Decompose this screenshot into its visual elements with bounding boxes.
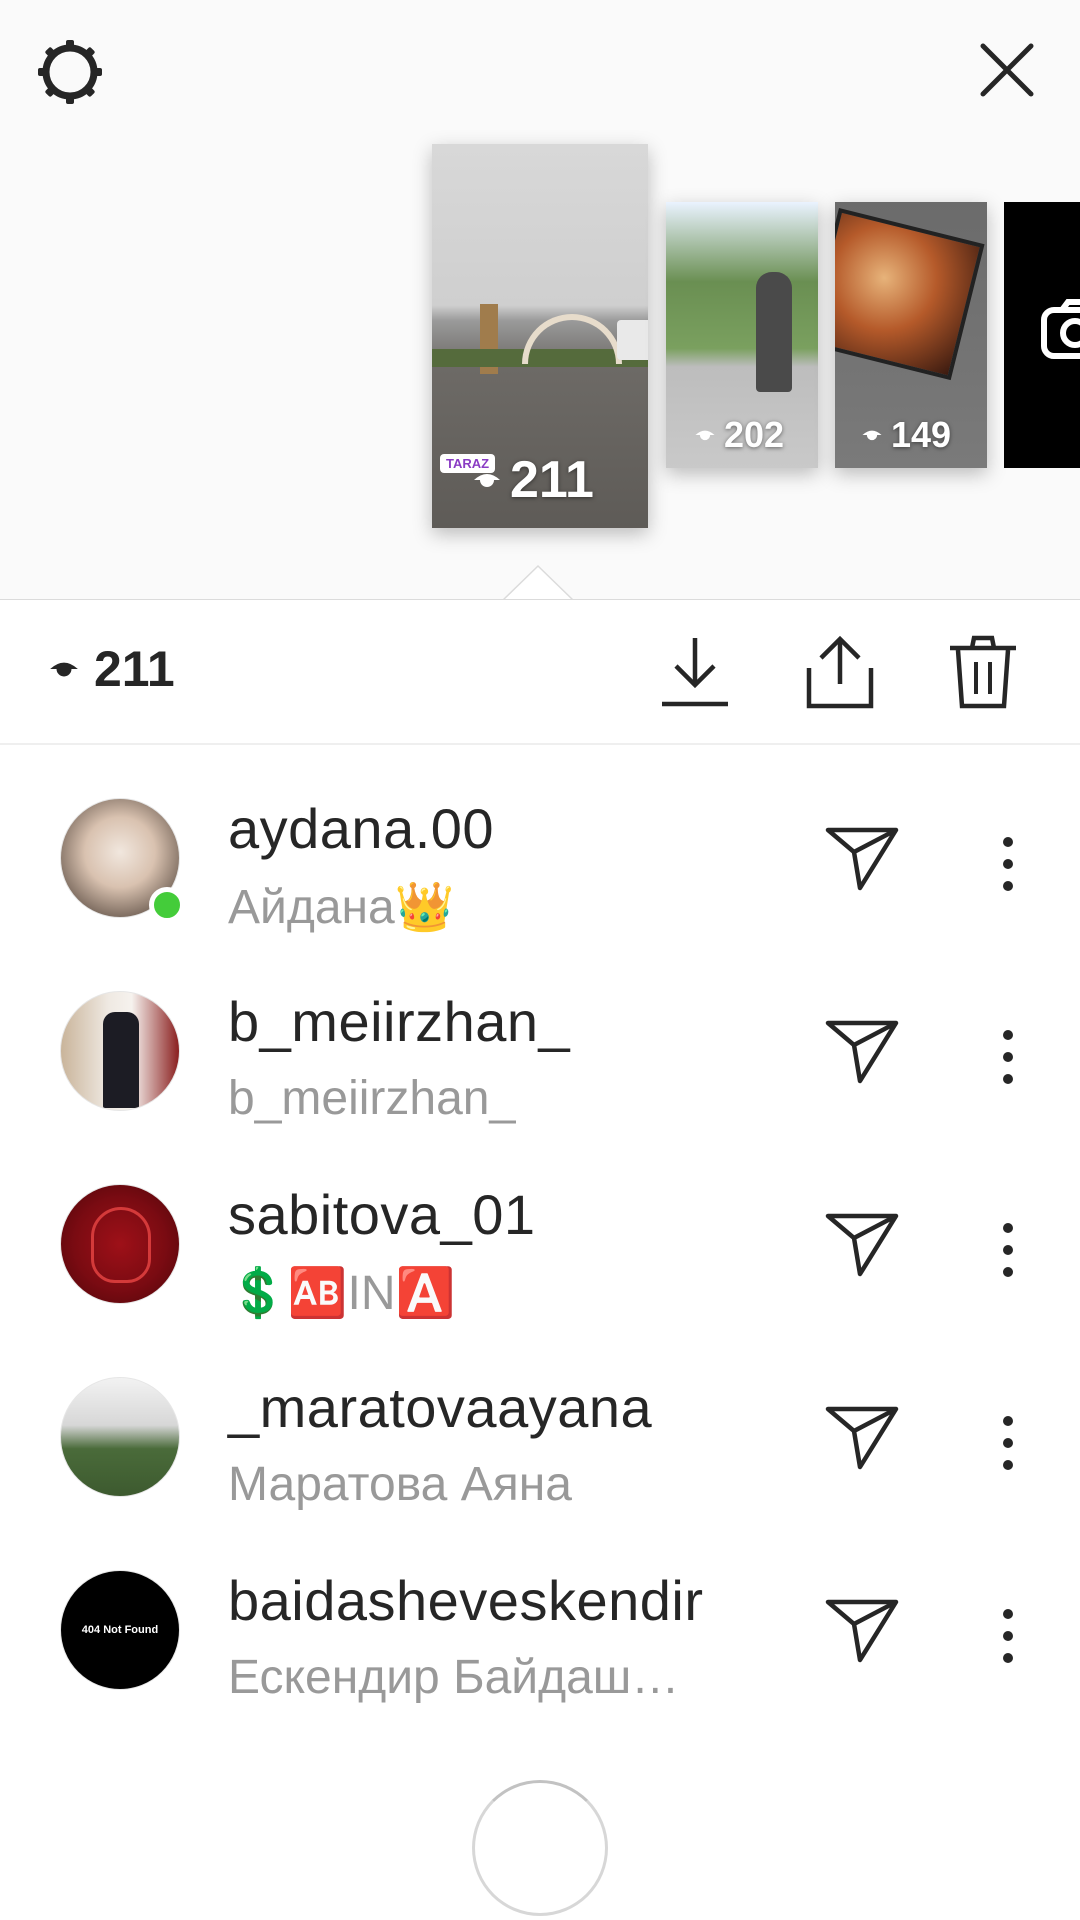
story-view-count-text: 202 <box>724 414 785 455</box>
download-icon[interactable] <box>658 634 732 710</box>
view-count-text: 211 <box>94 641 175 697</box>
thumbnail-image-detail <box>617 320 648 360</box>
more-options-icon[interactable] <box>988 1025 1028 1089</box>
viewer-row[interactable]: _maratovaayana Маратова Аяна <box>0 1325 1080 1518</box>
avatar[interactable] <box>60 1377 180 1497</box>
viewer-row[interactable]: aydana.00 Айдана👑 <box>0 746 1080 939</box>
story-view-count-text: 211 <box>510 451 594 509</box>
online-indicator <box>149 887 185 923</box>
avatar-text: 404 Not Found <box>81 1624 159 1636</box>
avatar[interactable] <box>60 991 180 1111</box>
send-message-icon[interactable] <box>824 1210 900 1280</box>
viewer-username[interactable]: sabitova_01 <box>228 1182 536 1247</box>
story-actions-toolbar: 211 <box>0 600 1080 745</box>
camera-icon <box>1041 299 1080 359</box>
story-view-count: 149 <box>861 414 951 456</box>
share-icon[interactable] <box>803 634 877 710</box>
avatar[interactable]: 404 Not Found <box>60 1570 180 1690</box>
viewers-panel: 211 aydana.00 Айдана👑 b_meiirzhan_ b_mei… <box>0 600 1080 1920</box>
viewer-full-name: Айдана👑 <box>228 881 455 934</box>
viewer-username[interactable]: b_meiirzhan_ <box>228 989 570 1054</box>
send-message-icon[interactable] <box>824 1403 900 1473</box>
viewer-username[interactable]: _maratovaayana <box>228 1375 652 1440</box>
story-view-count-text: 149 <box>891 414 952 455</box>
thumbnail-image-detail <box>835 208 985 381</box>
eye-icon <box>50 662 78 677</box>
send-message-icon[interactable] <box>824 1017 900 1087</box>
thumbnail-image-detail <box>522 314 622 364</box>
story-tray-area: TARAZ 211 202 149 <box>0 0 1080 601</box>
more-options-icon[interactable] <box>988 832 1028 896</box>
selected-story-pointer <box>503 564 573 601</box>
viewers-list: aydana.00 Айдана👑 b_meiirzhan_ b_meiirzh… <box>0 746 1080 1711</box>
eye-icon <box>862 430 882 441</box>
viewer-full-name: b_meiirzhan_ <box>228 1072 517 1125</box>
divider <box>0 743 1080 745</box>
viewer-username[interactable]: aydana.00 <box>228 796 494 861</box>
close-icon[interactable] <box>975 38 1039 102</box>
avatar-detail <box>91 1207 151 1283</box>
eye-icon <box>695 430 715 441</box>
avatar-detail <box>103 1012 139 1108</box>
loading-spinner <box>472 1780 608 1916</box>
story-view-count: 202 <box>694 414 784 456</box>
story-thumbnail[interactable]: 149 <box>835 202 987 468</box>
viewer-row[interactable]: sabitova_01 💲🆎IN🅰️ <box>0 1132 1080 1325</box>
eye-icon <box>474 474 500 487</box>
thumbnail-image-detail <box>756 272 792 392</box>
send-message-icon[interactable] <box>824 824 900 894</box>
viewer-full-name: 💲🆎IN🅰️ <box>228 1267 456 1320</box>
avatar[interactable] <box>60 1184 180 1304</box>
viewer-full-name: Ескендир Байдаш… <box>228 1651 680 1704</box>
story-thumbnail[interactable]: 202 <box>666 202 818 468</box>
gear-icon[interactable] <box>34 36 106 108</box>
add-story-camera-thumbnail[interactable] <box>1004 202 1080 468</box>
send-message-icon[interactable] <box>824 1596 900 1666</box>
more-options-icon[interactable] <box>988 1218 1028 1282</box>
viewer-row[interactable]: b_meiirzhan_ b_meiirzhan_ <box>0 939 1080 1132</box>
viewer-username[interactable]: baidasheveskendir <box>228 1568 703 1633</box>
story-view-count: 211 <box>472 450 594 510</box>
delete-icon[interactable] <box>946 634 1020 710</box>
view-count: 211 <box>48 640 175 698</box>
more-options-icon[interactable] <box>988 1604 1028 1668</box>
viewer-row[interactable]: 404 Not Found baidasheveskendir Ескендир… <box>0 1518 1080 1711</box>
viewer-full-name: Маратова Аяна <box>228 1458 572 1511</box>
story-thumbnail-selected[interactable]: TARAZ 211 <box>432 144 648 528</box>
more-options-icon[interactable] <box>988 1411 1028 1475</box>
